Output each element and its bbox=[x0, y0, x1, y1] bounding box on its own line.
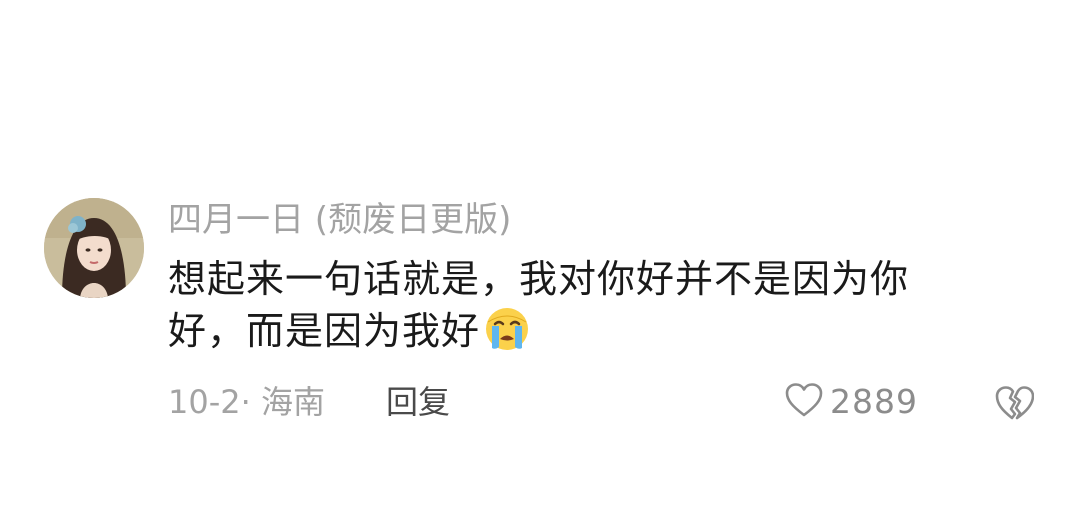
username[interactable]: 四月一日 (颓废日更版) bbox=[168, 200, 511, 240]
comment-text-body: 想起来一句话就是，我对你好并不是因为你好，而是因为我好 bbox=[168, 257, 910, 353]
loudly-crying-face-icon bbox=[482, 306, 532, 352]
comment-item: 四月一日 (颓废日更版) 想起来一句话就是，我对你好并不是因为你好，而是因为我好… bbox=[44, 198, 1044, 438]
broken-heart-icon[interactable] bbox=[994, 384, 1035, 422]
comment-meta: 10-2· 海南 bbox=[168, 383, 325, 421]
heart-outline-icon bbox=[784, 382, 824, 422]
comment-text: 想起来一句话就是，我对你好并不是因为你好，而是因为我好 bbox=[168, 253, 968, 357]
reply-button[interactable]: 回复 bbox=[386, 382, 450, 422]
like-button[interactable]: 2889 bbox=[784, 382, 918, 422]
like-count: 2889 bbox=[830, 382, 918, 421]
avatar[interactable] bbox=[44, 198, 144, 298]
